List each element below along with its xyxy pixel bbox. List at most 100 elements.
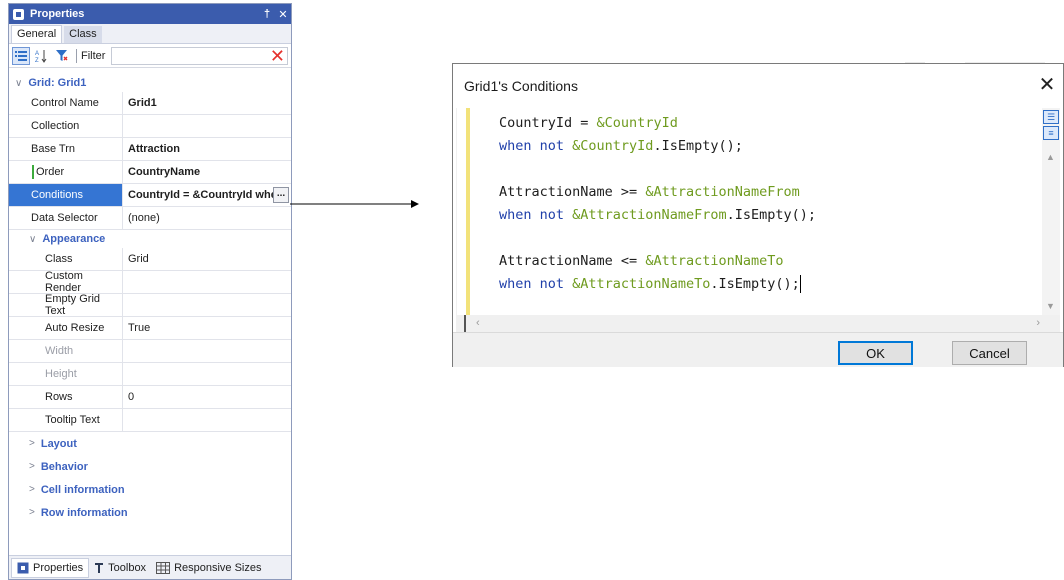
properties-title-bar[interactable]: Properties † ✕ <box>9 4 291 24</box>
code-line[interactable]: when not &CountryId.IsEmpty(); <box>499 135 1042 158</box>
conditions-editor: CountryId = &CountryId when not &CountryI… <box>456 108 1060 355</box>
group-title: Appearance <box>42 233 106 245</box>
code-text: .IsEmpty(); <box>653 138 743 154</box>
property-value[interactable] <box>123 271 291 293</box>
code-variable: &AttractionNameTo <box>645 253 784 269</box>
property-row-height[interactable]: Height <box>9 363 291 386</box>
code-line[interactable] <box>499 227 1042 250</box>
connector-arrow <box>290 200 419 208</box>
code-variable: &CountryId <box>572 138 654 154</box>
property-key: Empty Grid Text <box>9 293 123 317</box>
code-line[interactable]: when not &AttractionNameFrom.IsEmpty(); <box>499 204 1042 227</box>
property-key: Data Selector <box>9 207 123 229</box>
bottom-tab-toolbox[interactable]: Toolbox <box>89 558 151 578</box>
outline-view-icon[interactable]: ☰ <box>1043 110 1059 124</box>
ok-button[interactable]: OK <box>838 341 913 365</box>
scroll-left-icon[interactable]: ‹ <box>476 317 480 329</box>
property-key: Control Name <box>9 92 123 114</box>
editor-gutter <box>457 108 466 315</box>
filter-icon[interactable] <box>52 47 70 65</box>
code-line[interactable]: when not &AttractionNameTo.IsEmpty(); <box>499 273 1042 296</box>
categorized-view-icon[interactable] <box>12 46 30 65</box>
close-icon[interactable]: ✕ <box>275 8 291 21</box>
property-row-empty-grid-text[interactable]: Empty Grid Text <box>9 293 291 317</box>
code-line[interactable]: AttractionName <= &AttractionNameTo <box>499 250 1042 273</box>
property-row-order[interactable]: Order CountryName <box>9 161 291 184</box>
property-value-conditions[interactable]: CountryId = &CountryId whe ... <box>123 184 291 206</box>
list-view-icon[interactable]: ≡ <box>1043 126 1059 140</box>
sort-alphabetical-icon[interactable]: AZ <box>32 47 50 65</box>
property-value[interactable] <box>123 409 291 431</box>
code-editor[interactable]: CountryId = &CountryId when not &CountryI… <box>466 108 1042 315</box>
chevron-down-icon: ∨ <box>29 233 37 245</box>
splitter-handle[interactable] <box>464 315 466 333</box>
scroll-down-icon[interactable]: ▼ <box>1046 301 1055 311</box>
group-behavior[interactable]: > Behavior <box>9 455 291 478</box>
property-row-control-name[interactable]: Control Name Grid1 <box>9 92 291 115</box>
chevron-down-icon: ∨ <box>15 77 23 89</box>
code-line[interactable] <box>499 158 1042 181</box>
property-value[interactable] <box>123 294 291 316</box>
property-row-width[interactable]: Width <box>9 340 291 363</box>
property-value[interactable]: 0 <box>123 386 291 408</box>
conditions-value-text: CountryId = &CountryId whe <box>128 189 277 201</box>
vertical-scrollbar[interactable]: ☰ ≡ ▲ ▼ <box>1042 108 1060 315</box>
group-title: Grid: Grid1 <box>28 77 87 89</box>
property-value[interactable]: Grid <box>123 248 291 270</box>
property-value[interactable]: True <box>123 317 291 339</box>
group-cell-information[interactable]: > Cell information <box>9 478 291 501</box>
code-line[interactable]: AttractionName >= &AttractionNameFrom <box>499 181 1042 204</box>
clear-filter-icon[interactable]: ✕ <box>270 47 285 65</box>
dialog-footer: OK Cancel <box>453 332 1063 367</box>
property-row-conditions[interactable]: Conditions CountryId = &CountryId whe ..… <box>9 184 291 207</box>
code-line[interactable]: CountryId = &CountryId <box>499 112 1042 135</box>
code-text: .IsEmpty(); <box>710 276 800 292</box>
property-key-label: Order <box>36 166 65 178</box>
properties-icon <box>13 8 24 20</box>
scroll-up-icon[interactable]: ▲ <box>1046 152 1055 162</box>
property-row-data-selector[interactable]: Data Selector (none) <box>9 207 291 230</box>
conditions-dialog: Grid1's Conditions ✕ CountryId = &Countr… <box>452 63 1064 367</box>
tab-class[interactable]: Class <box>64 26 102 43</box>
horizontal-scrollbar[interactable]: ‹ › <box>456 315 1042 333</box>
group-row-information[interactable]: > Row information <box>9 501 291 524</box>
toolbar-divider <box>76 48 77 63</box>
property-key: Width <box>9 340 123 362</box>
property-key: Class <box>9 248 123 270</box>
property-row-rows[interactable]: Rows 0 <box>9 386 291 409</box>
group-grid1[interactable]: ∨ Grid: Grid1 <box>9 74 291 92</box>
property-row-custom-render[interactable]: Custom Render <box>9 270 291 294</box>
property-value[interactable]: CountryName <box>123 161 291 183</box>
svg-text:Z: Z <box>35 58 39 63</box>
cancel-button[interactable]: Cancel <box>952 341 1027 365</box>
text-caret <box>799 275 801 293</box>
property-row-class[interactable]: Class Grid <box>9 248 291 271</box>
property-key: Height <box>9 363 123 385</box>
bottom-tab-properties[interactable]: Properties <box>11 557 90 578</box>
property-key: Rows <box>9 386 123 408</box>
scroll-right-icon[interactable]: › <box>1036 317 1040 329</box>
edit-conditions-button[interactable]: ... <box>273 187 289 203</box>
property-key: Tooltip Text <box>9 409 123 431</box>
bottom-tab-responsive-sizes[interactable]: Responsive Sizes <box>151 558 266 578</box>
group-appearance[interactable]: ∨ Appearance <box>9 230 291 248</box>
property-value[interactable]: (none) <box>123 207 291 229</box>
property-value[interactable] <box>123 340 291 362</box>
close-icon[interactable]: ✕ <box>1035 74 1059 98</box>
chevron-right-icon: > <box>29 461 35 472</box>
property-value[interactable]: Grid1 <box>123 92 291 114</box>
property-row-auto-resize[interactable]: Auto Resize True <box>9 317 291 340</box>
property-row-base-trn[interactable]: Base Trn Attraction <box>9 138 291 161</box>
filter-input[interactable]: ✕ <box>111 46 288 65</box>
tab-general[interactable]: General <box>11 25 63 43</box>
chevron-right-icon: > <box>29 507 35 518</box>
property-value[interactable]: Attraction <box>123 138 291 160</box>
code-keyword: when not <box>499 276 573 292</box>
property-row-tooltip-text[interactable]: Tooltip Text <box>9 409 291 432</box>
property-key: Collection <box>9 115 123 137</box>
property-value[interactable] <box>123 363 291 385</box>
property-row-collection[interactable]: Collection <box>9 115 291 138</box>
group-layout[interactable]: > Layout <box>9 432 291 455</box>
property-value[interactable] <box>123 115 291 137</box>
pin-icon[interactable]: † <box>259 8 275 20</box>
